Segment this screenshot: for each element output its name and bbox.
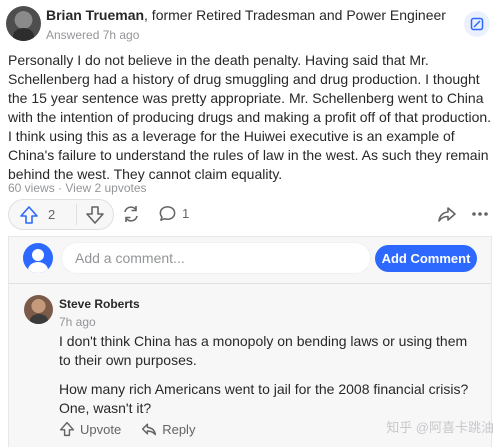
author-name[interactable]: Brian Trueman (46, 7, 144, 23)
comment-upvote-button[interactable]: Upvote (59, 421, 121, 437)
reply-label: Reply (162, 421, 196, 437)
upvote-count: 2 (48, 207, 56, 222)
author-credential: , former Retired Tradesman and Power Eng… (144, 7, 446, 23)
comment-actions: Upvote Reply (59, 421, 215, 437)
comment-body: I don't think China has a monopoly on be… (59, 332, 479, 418)
view-upvotes-link[interactable]: View 2 upvotes (65, 181, 146, 195)
answer-body: Personally I do not believe in the death… (8, 52, 492, 182)
reply-button[interactable]: Reply (141, 421, 195, 437)
comment-upvote-label: Upvote (80, 421, 122, 437)
watermark: 知乎 @阿喜卡跳油 (386, 420, 494, 435)
comment-divider (9, 283, 491, 284)
downvote-button[interactable] (85, 205, 105, 230)
add-comment-button[interactable]: Add Comment (375, 245, 477, 272)
comment-paragraph: How many rich Americans went to jail for… (59, 381, 469, 416)
comment-count: 1 (182, 206, 190, 221)
commenter-avatar[interactable] (24, 295, 53, 324)
more-icon (472, 212, 488, 216)
meta-separator: · (54, 181, 66, 195)
upvote-icon (59, 421, 75, 437)
more-button[interactable] (470, 204, 490, 229)
upvote-icon (20, 206, 38, 224)
forward-icon (438, 207, 456, 222)
user-avatar (23, 243, 53, 273)
answer-actions: 2 1 (8, 199, 492, 230)
comment-input[interactable] (61, 242, 371, 274)
share-icon (124, 206, 138, 222)
share-button[interactable] (437, 204, 457, 229)
comment-paragraph: I don't think China has a monopoly on be… (59, 333, 468, 368)
author-line: Brian Trueman, former Retired Tradesman … (46, 7, 446, 23)
vote-divider (76, 204, 77, 225)
comments-section: Add Comment Steve Roberts 7h ago I don't… (8, 236, 492, 447)
downvote-icon (86, 206, 104, 224)
answered-time: Answered 7h ago (46, 28, 140, 42)
reshare-button[interactable] (121, 204, 141, 229)
comment-time: 7h ago (59, 315, 96, 329)
answer-header: Brian Trueman, former Retired Tradesman … (6, 6, 490, 44)
edit-icon[interactable] (464, 11, 490, 37)
author-avatar[interactable] (6, 6, 41, 41)
reply-icon (142, 423, 157, 436)
commenter-name[interactable]: Steve Roberts (59, 297, 140, 311)
comment-icon (159, 206, 176, 221)
vote-pill: 2 (8, 199, 114, 230)
comment-button[interactable]: 1 (158, 204, 189, 223)
upvote-button[interactable] (19, 205, 39, 225)
views-count: 60 views (8, 181, 55, 195)
answer-meta: 60 views · View 2 upvotes (8, 181, 147, 195)
